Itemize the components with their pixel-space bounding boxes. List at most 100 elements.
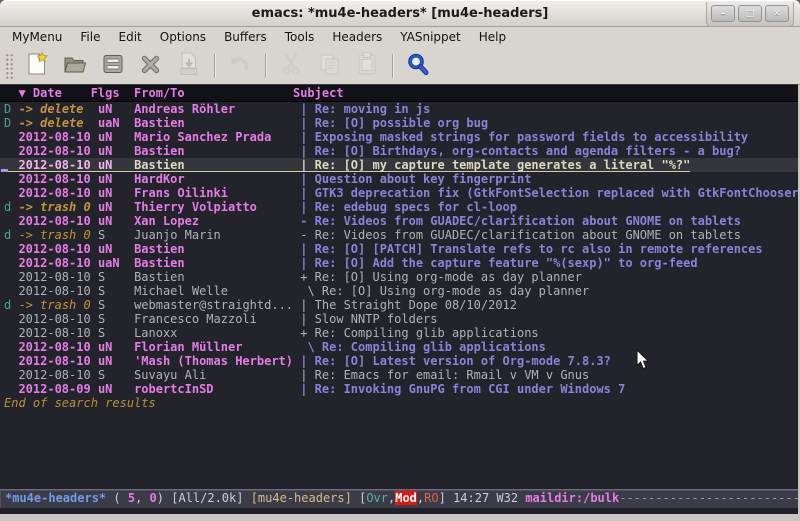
message-flags: uN [98, 130, 134, 144]
search-button[interactable] [399, 51, 437, 81]
message-flags: S [98, 312, 134, 326]
message-row[interactable]: 2012-08-10 uN Frans Oilinki | GTK3 depre… [0, 186, 798, 200]
close-button[interactable]: ✕ [765, 5, 789, 22]
message-from: Bastien [134, 116, 300, 130]
copy-button [310, 51, 348, 81]
message-row[interactable]: d -> trash 0 uN Thierry Volpiatto | Re: … [0, 200, 798, 214]
modeline-num: 0 [150, 491, 157, 505]
message-row[interactable]: D -> delete uaN Bastien | Re: [O] possib… [0, 116, 798, 130]
message-subject: - Re: Videos from GUADEC/clarification a… [300, 214, 741, 228]
minimize-button[interactable]: – [711, 5, 735, 22]
message-date: 2012-08-10 [18, 158, 97, 172]
message-subject: | The Straight Dope 08/10/2012 [300, 298, 517, 312]
message-row[interactable]: 2012-08-10 uN Xan Lopez - Re: Videos fro… [0, 214, 798, 228]
paste-icon [355, 51, 379, 81]
save-icon [101, 52, 125, 80]
save-as-icon [177, 51, 201, 81]
toolbar-grip-handle[interactable] [5, 53, 14, 79]
message-from: Bastien [134, 270, 300, 284]
menu-options[interactable]: Options [151, 28, 215, 47]
message-row[interactable]: 2012-08-10 S Michael Welle \ Re: [O] Usi… [0, 284, 798, 298]
menu-headers[interactable]: Headers [323, 28, 391, 47]
message-flags: uN [98, 158, 134, 172]
message-from: robertcInSD [134, 382, 300, 396]
close-button[interactable] [132, 51, 170, 81]
message-flags: uN [98, 382, 134, 396]
headers-column-header[interactable]: ▼ Date Flgs From/To Subject [0, 85, 798, 102]
message-date: 2012-08-10 [18, 256, 97, 270]
window-controls: –□✕ [706, 2, 794, 27]
message-row[interactable]: 2012-08-10 uN HardKor | Question about k… [0, 172, 798, 186]
message-from: Xan Lopez [134, 214, 300, 228]
modeline-buf: *mu4e-headers* [5, 491, 106, 505]
menu-edit[interactable]: Edit [110, 28, 151, 47]
mark-target: delete [40, 102, 83, 116]
message-row[interactable]: 2012-08-10 uN 'Mash (Thomas Herbert) | R… [0, 354, 798, 368]
message-flags: uN [98, 102, 134, 116]
open-button[interactable] [56, 51, 94, 81]
message-date: 2012-08-10 [18, 242, 97, 256]
cut-button [272, 51, 310, 81]
menu-buffers[interactable]: Buffers [215, 28, 276, 47]
modeline-plain: 14:27 W32 [453, 491, 525, 505]
new-file-icon [25, 51, 50, 81]
modeline-plain: ( [106, 491, 128, 505]
message-row[interactable]: d -> trash 0 S Juanjo Marin - Re: Videos… [0, 228, 798, 242]
message-from: HardKor [134, 172, 300, 186]
message-date: 2012-08-10 [18, 214, 97, 228]
menu-tools[interactable]: Tools [276, 28, 324, 47]
message-row[interactable]: 2012-08-10 uN Florian Müllner \ Re: Comp… [0, 340, 798, 354]
message-flags: uaN [98, 256, 134, 270]
message-row[interactable]: 2012-08-10 uN Bastien | Re: [O] Birthday… [0, 144, 798, 158]
message-row[interactable]: D -> delete uN Andreas Röhler | Re: movi… [0, 102, 798, 116]
message-row[interactable]: d -> trash 0 S webmaster@straightd... | … [0, 298, 798, 312]
message-flags: uN [98, 200, 134, 214]
message-from: Andreas Röhler [134, 102, 300, 116]
mark-target: trash 0 [40, 200, 91, 214]
message-row[interactable]: 2012-08-10 uN Bastien | Re: [O] [PATCH] … [0, 242, 798, 256]
message-row[interactable]: 2012-08-10 uN Mario Sanchez Prada | Expo… [0, 130, 798, 144]
new-file-button[interactable] [18, 51, 56, 81]
copy-icon [317, 52, 342, 81]
toolbar-separator [214, 54, 215, 78]
message-date: 2012-08-10 [18, 368, 97, 382]
message-from: Michael Welle [134, 284, 300, 298]
save-as-button [170, 51, 208, 81]
message-subject: | Re: [O] Add the capture feature "%(sex… [300, 256, 697, 270]
message-row[interactable]: 2012-08-09 uN robertcInSD | Re: Invoking… [0, 382, 798, 396]
mode-line[interactable]: *mu4e-headers* ( 5, 0) [All/2.0k] [mu4e-… [0, 489, 798, 508]
message-flags: S [98, 284, 134, 298]
modeline-plain: [ [352, 491, 366, 505]
message-subject: + Re: [O] Using org-mode as day planner [300, 270, 582, 284]
titlebar[interactable]: emacs: *mu4e-headers* [mu4e-headers] –□✕ [0, 0, 800, 27]
message-row[interactable]: 2012-08-10 S Lanoxx + Re: Compiling glib… [0, 326, 798, 340]
message-date: 2012-08-10 [18, 172, 97, 186]
mark-target: trash 0 [40, 228, 91, 242]
message-flags: uN [98, 354, 134, 368]
buffer-area[interactable]: ▼ Date Flgs From/To Subject D -> delete … [0, 84, 798, 514]
menu-mymenu[interactable]: MyMenu [3, 28, 71, 47]
message-row[interactable]: 2012-08-10 S Suvayu Ali | Re: Emacs for … [0, 368, 798, 382]
message-date: 2012-08-10 [18, 186, 97, 200]
undo-button [221, 51, 259, 81]
message-row[interactable]: 2012-08-10 uaN Bastien | Re: [O] Add the… [0, 256, 798, 270]
message-flags: uaN [98, 116, 134, 130]
message-from: Bastien [134, 256, 300, 270]
menu-yasnippet[interactable]: YASnippet [391, 28, 470, 47]
message-flags: S [98, 228, 134, 242]
menu-file[interactable]: File [71, 28, 109, 47]
message-date: 2012-08-10 [18, 340, 97, 354]
echo-area[interactable] [0, 508, 798, 514]
message-date: 2012-08-10 [18, 130, 97, 144]
message-row-current[interactable]: 2012-08-10 uN Bastien | Re: [O] my captu… [0, 158, 798, 172]
modeline-plain: , [135, 491, 149, 505]
message-row[interactable]: 2012-08-10 S Bastien + Re: [O] Using org… [0, 270, 798, 284]
save-button[interactable] [94, 51, 132, 81]
menu-help[interactable]: Help [470, 28, 515, 47]
message-flags: uN [98, 186, 134, 200]
message-subject: | Re: [O] my capture template generates … [300, 158, 690, 172]
message-row[interactable]: 2012-08-10 S Francesco Mazzoli | Slow NN… [0, 312, 798, 326]
maximize-button[interactable]: □ [738, 5, 762, 22]
message-from: Frans Oilinki [134, 186, 300, 200]
message-list[interactable]: D -> delete uN Andreas Röhler | Re: movi… [0, 102, 798, 489]
